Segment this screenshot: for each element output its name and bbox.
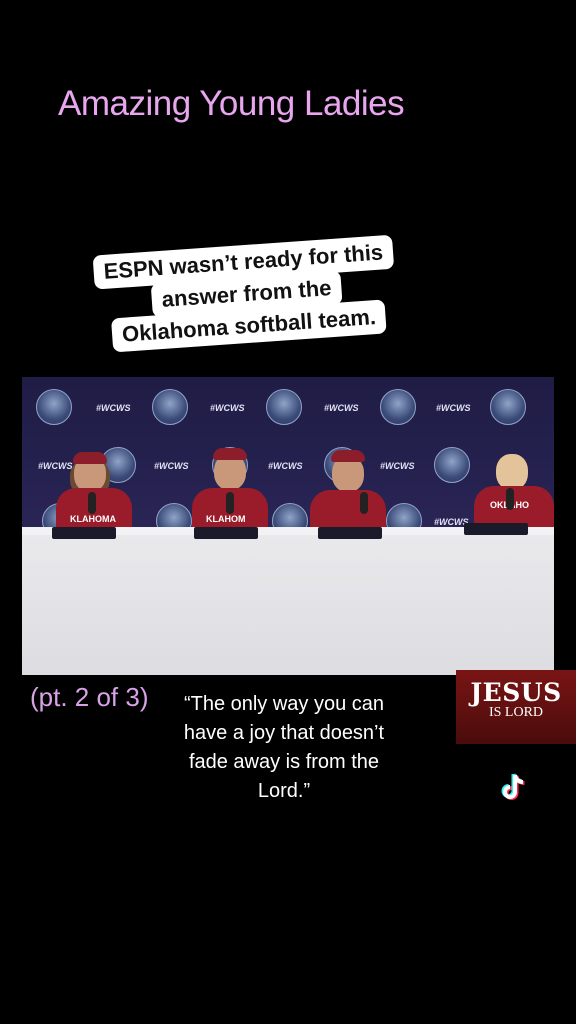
backdrop-hashtag: #WCWS xyxy=(154,461,189,471)
wcws-logo-icon xyxy=(434,447,470,483)
nameplate xyxy=(318,527,382,539)
quote-line-4: Lord.” xyxy=(257,780,311,802)
tiktok-logo-icon xyxy=(501,773,525,800)
part-label: (pt. 2 of 3) xyxy=(30,682,149,712)
wcws-logo-icon xyxy=(380,389,416,425)
jersey-lettering: KLAHOMA xyxy=(70,514,116,524)
backdrop-hashtag: #WCWS xyxy=(380,461,415,471)
microphone xyxy=(226,492,234,514)
backdrop-hashtag: #WCWS xyxy=(324,403,359,413)
quote-caption: “The only way you can have a joy that do… xyxy=(160,690,408,806)
jersey-lettering: KLAHOM xyxy=(206,514,246,524)
quote-line-1: “The only way you can xyxy=(183,693,385,715)
backdrop-hashtag: #WCWS xyxy=(210,403,245,413)
microphone xyxy=(88,492,96,514)
quote-line-3: fade away is from the xyxy=(188,751,380,773)
jesus-is-lord-badge: JESUS IS LORD xyxy=(456,670,576,744)
microphone xyxy=(506,488,514,510)
microphone xyxy=(360,492,368,514)
caption-sticker: ESPN wasn’t ready for this answer from t… xyxy=(91,213,431,386)
badge-title: JESUS xyxy=(470,678,562,707)
wcws-logo-icon xyxy=(490,389,526,425)
video-frame[interactable]: #WCWS #WCWS #WCWS #WCWS #WCWS #WCWS #WCW… xyxy=(22,377,554,675)
backdrop-hashtag: #WCWS xyxy=(268,461,303,471)
nameplate xyxy=(464,523,528,535)
backdrop-hashtag: #WCWS xyxy=(38,461,73,471)
wcws-logo-icon xyxy=(36,389,72,425)
overlay-title: Amazing Young Ladies xyxy=(58,84,405,123)
backdrop-hashtag: #WCWS xyxy=(436,403,471,413)
quote-line-2: have a joy that doesn’t xyxy=(183,722,385,744)
player-cap xyxy=(213,448,247,460)
badge-subtitle: IS LORD xyxy=(488,705,544,720)
wcws-logo-icon xyxy=(152,389,188,425)
nameplate xyxy=(194,527,258,539)
player-cap xyxy=(331,450,365,462)
player-cap xyxy=(73,452,107,464)
press-table xyxy=(22,535,554,675)
wcws-logo-icon xyxy=(266,389,302,425)
backdrop-hashtag: #WCWS xyxy=(96,403,131,413)
nameplate xyxy=(52,527,116,539)
player-head xyxy=(496,454,528,490)
